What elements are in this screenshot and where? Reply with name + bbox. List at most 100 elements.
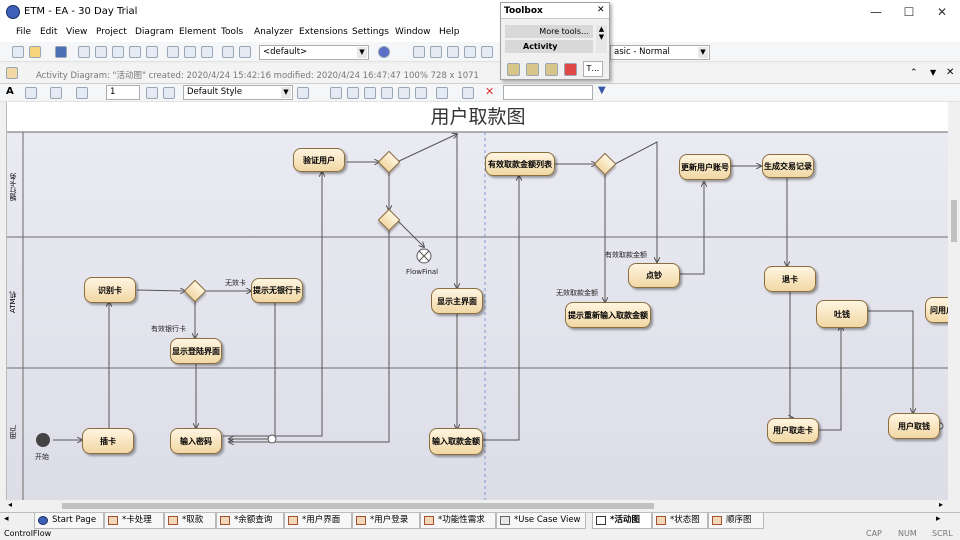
align-left-icon[interactable] <box>330 87 342 99</box>
print-icon[interactable] <box>201 46 213 58</box>
copy-icon[interactable] <box>95 46 107 58</box>
table-icon[interactable] <box>464 46 476 58</box>
filter-icon[interactable]: ▼ <box>598 85 606 96</box>
font-icon[interactable]: A <box>6 86 14 97</box>
grid-icon[interactable] <box>430 46 442 58</box>
node-show-login[interactable]: 显示登陆界面 <box>170 338 222 364</box>
tab-functional-req[interactable]: *功能性需求 <box>420 513 496 529</box>
tab-withdraw[interactable]: *取款 <box>164 513 216 529</box>
undo-icon[interactable] <box>129 46 141 58</box>
chevron-down-icon[interactable]: ▼ <box>281 87 291 98</box>
search-icon[interactable] <box>239 46 251 58</box>
style-select[interactable]: asic - Normal ▼ <box>610 45 710 60</box>
toolbox-activity-section[interactable]: Activity <box>505 40 593 53</box>
node-insert-card[interactable]: 插卡 <box>82 428 134 454</box>
open-folder-icon[interactable] <box>29 46 41 58</box>
menu-analyzer[interactable]: Analyzer <box>254 27 293 37</box>
tab-use-case-view[interactable]: *Use Case View <box>496 513 586 529</box>
tab-balance[interactable]: *余额查询 <box>216 513 284 529</box>
cut-icon[interactable] <box>78 46 90 58</box>
line-color-icon[interactable] <box>76 87 88 99</box>
toolbox-scrollbar[interactable]: ▲ ▼ <box>596 25 607 53</box>
toolbox-more-tools[interactable]: More tools… <box>505 25 593 38</box>
save-icon[interactable] <box>55 46 67 58</box>
pen-icon[interactable] <box>297 87 309 99</box>
minimize-button[interactable]: — <box>860 0 892 24</box>
delete-icon[interactable]: ✕ <box>485 85 494 98</box>
tab-start-page[interactable]: Start Page <box>34 513 104 529</box>
align-top-icon[interactable] <box>381 87 393 99</box>
node-verify-user[interactable]: 验证用户 <box>293 148 345 172</box>
node-take-cash[interactable]: 用户取钱 <box>888 413 940 439</box>
line-width-input[interactable]: 1 <box>106 85 140 100</box>
tab-user-login[interactable]: *用户登录 <box>352 513 420 529</box>
diagram-canvas[interactable]: 用户取款图 银行卡务 ATM机 用户 验证用户 有效取款金额列表 更新用户账号 … <box>6 102 948 500</box>
node-user-partial[interactable]: 问用户 <box>925 297 948 323</box>
chevron-down-icon[interactable]: ▼ <box>357 47 367 58</box>
menu-diagram[interactable]: Diagram <box>135 27 174 37</box>
layout-icon[interactable] <box>413 46 425 58</box>
node-show-main[interactable]: 显示主界面 <box>431 288 483 314</box>
menu-window[interactable]: Window <box>395 27 431 37</box>
node-invalid-card-notice[interactable]: 提示无银行卡 <box>251 278 303 303</box>
page-setup-icon[interactable] <box>184 46 196 58</box>
workspace-icon[interactable] <box>378 46 390 58</box>
node-read-card[interactable]: 识别卡 <box>84 277 136 303</box>
menu-settings[interactable]: Settings <box>352 27 389 37</box>
perspective-select[interactable]: <default> ▼ <box>259 45 369 60</box>
new-file-icon[interactable] <box>12 46 24 58</box>
zoom-icon[interactable] <box>222 46 234 58</box>
align-center-icon[interactable] <box>347 87 359 99</box>
menu-view[interactable]: View <box>66 27 87 37</box>
toolbox-tab-icon-4[interactable] <box>564 63 577 76</box>
node-count-cash[interactable]: 点钞 <box>628 263 680 288</box>
horizontal-scrollbar[interactable]: ◂ ▸ <box>6 500 948 512</box>
scroll-right-icon[interactable]: ▸ <box>939 500 943 509</box>
paste-icon[interactable] <box>112 46 124 58</box>
font-color-icon[interactable] <box>25 87 37 99</box>
find-icon[interactable] <box>167 46 179 58</box>
node-re-enter-notice[interactable]: 提示重新输入取款金额 <box>565 302 651 328</box>
vertical-scroll-thumb[interactable] <box>951 200 957 242</box>
toolbox-close-icon[interactable]: ✕ <box>597 5 605 15</box>
toolbox-tab-icon-1[interactable] <box>507 63 520 76</box>
menu-edit[interactable]: Edit <box>40 27 57 37</box>
align-bottom-icon[interactable] <box>415 87 427 99</box>
filter-input[interactable] <box>503 85 593 100</box>
toolbox-tab-icon-3[interactable] <box>545 63 558 76</box>
close-diagram-icon[interactable]: ✕ <box>946 67 954 78</box>
chevron-down-icon[interactable]: ▼ <box>698 47 708 58</box>
align-middle-icon[interactable] <box>398 87 410 99</box>
menu-file[interactable]: File <box>16 27 31 37</box>
collapse-up-icon[interactable]: ⌃ <box>910 68 918 78</box>
node-update-balance[interactable]: 更新用户账号 <box>679 154 731 180</box>
tab-state[interactable]: *状态图 <box>652 513 708 529</box>
layout-tool-icon[interactable] <box>436 87 448 99</box>
node-enter-pin[interactable]: 输入密码 <box>170 428 222 454</box>
toolbox-panel[interactable]: Toolbox ✕ More tools… Activity ▲ ▼ T… <box>500 2 610 80</box>
menu-tools[interactable]: Tools <box>221 27 243 37</box>
auto-route-icon[interactable] <box>462 87 474 99</box>
tab-sequence[interactable]: 顺序图 <box>708 513 764 529</box>
tabs-right-icon[interactable]: ▸ <box>936 514 941 524</box>
menu-help[interactable]: Help <box>439 27 460 37</box>
node-valid-accounts[interactable]: 有效取款金额列表 <box>485 152 555 176</box>
toolbox-tab-text[interactable]: T… <box>583 61 603 77</box>
paint-icon[interactable] <box>146 87 158 99</box>
menu-element[interactable]: Element <box>179 27 216 37</box>
toolbox-tab-icon-2[interactable] <box>526 63 539 76</box>
redo-icon[interactable] <box>146 46 158 58</box>
close-button[interactable]: ✕ <box>926 0 958 24</box>
node-take-card[interactable]: 用户取走卡 <box>767 418 819 443</box>
brush-icon[interactable] <box>163 87 175 99</box>
horizontal-scroll-thumb[interactable] <box>62 503 654 509</box>
fill-color-icon[interactable] <box>50 87 62 99</box>
node-enter-amount[interactable]: 输入取款金额 <box>429 428 483 455</box>
vertical-scrollbar[interactable] <box>948 102 960 500</box>
tab-activity[interactable]: *活动图 <box>592 513 652 529</box>
maximize-button[interactable]: ☐ <box>893 0 925 24</box>
default-style-select[interactable]: Default Style ▼ <box>183 85 293 100</box>
menu-extensions[interactable]: Extensions <box>299 27 348 37</box>
node-return-card[interactable]: 退卡 <box>764 266 816 292</box>
tab-user-ui[interactable]: *用户界面 <box>284 513 352 529</box>
